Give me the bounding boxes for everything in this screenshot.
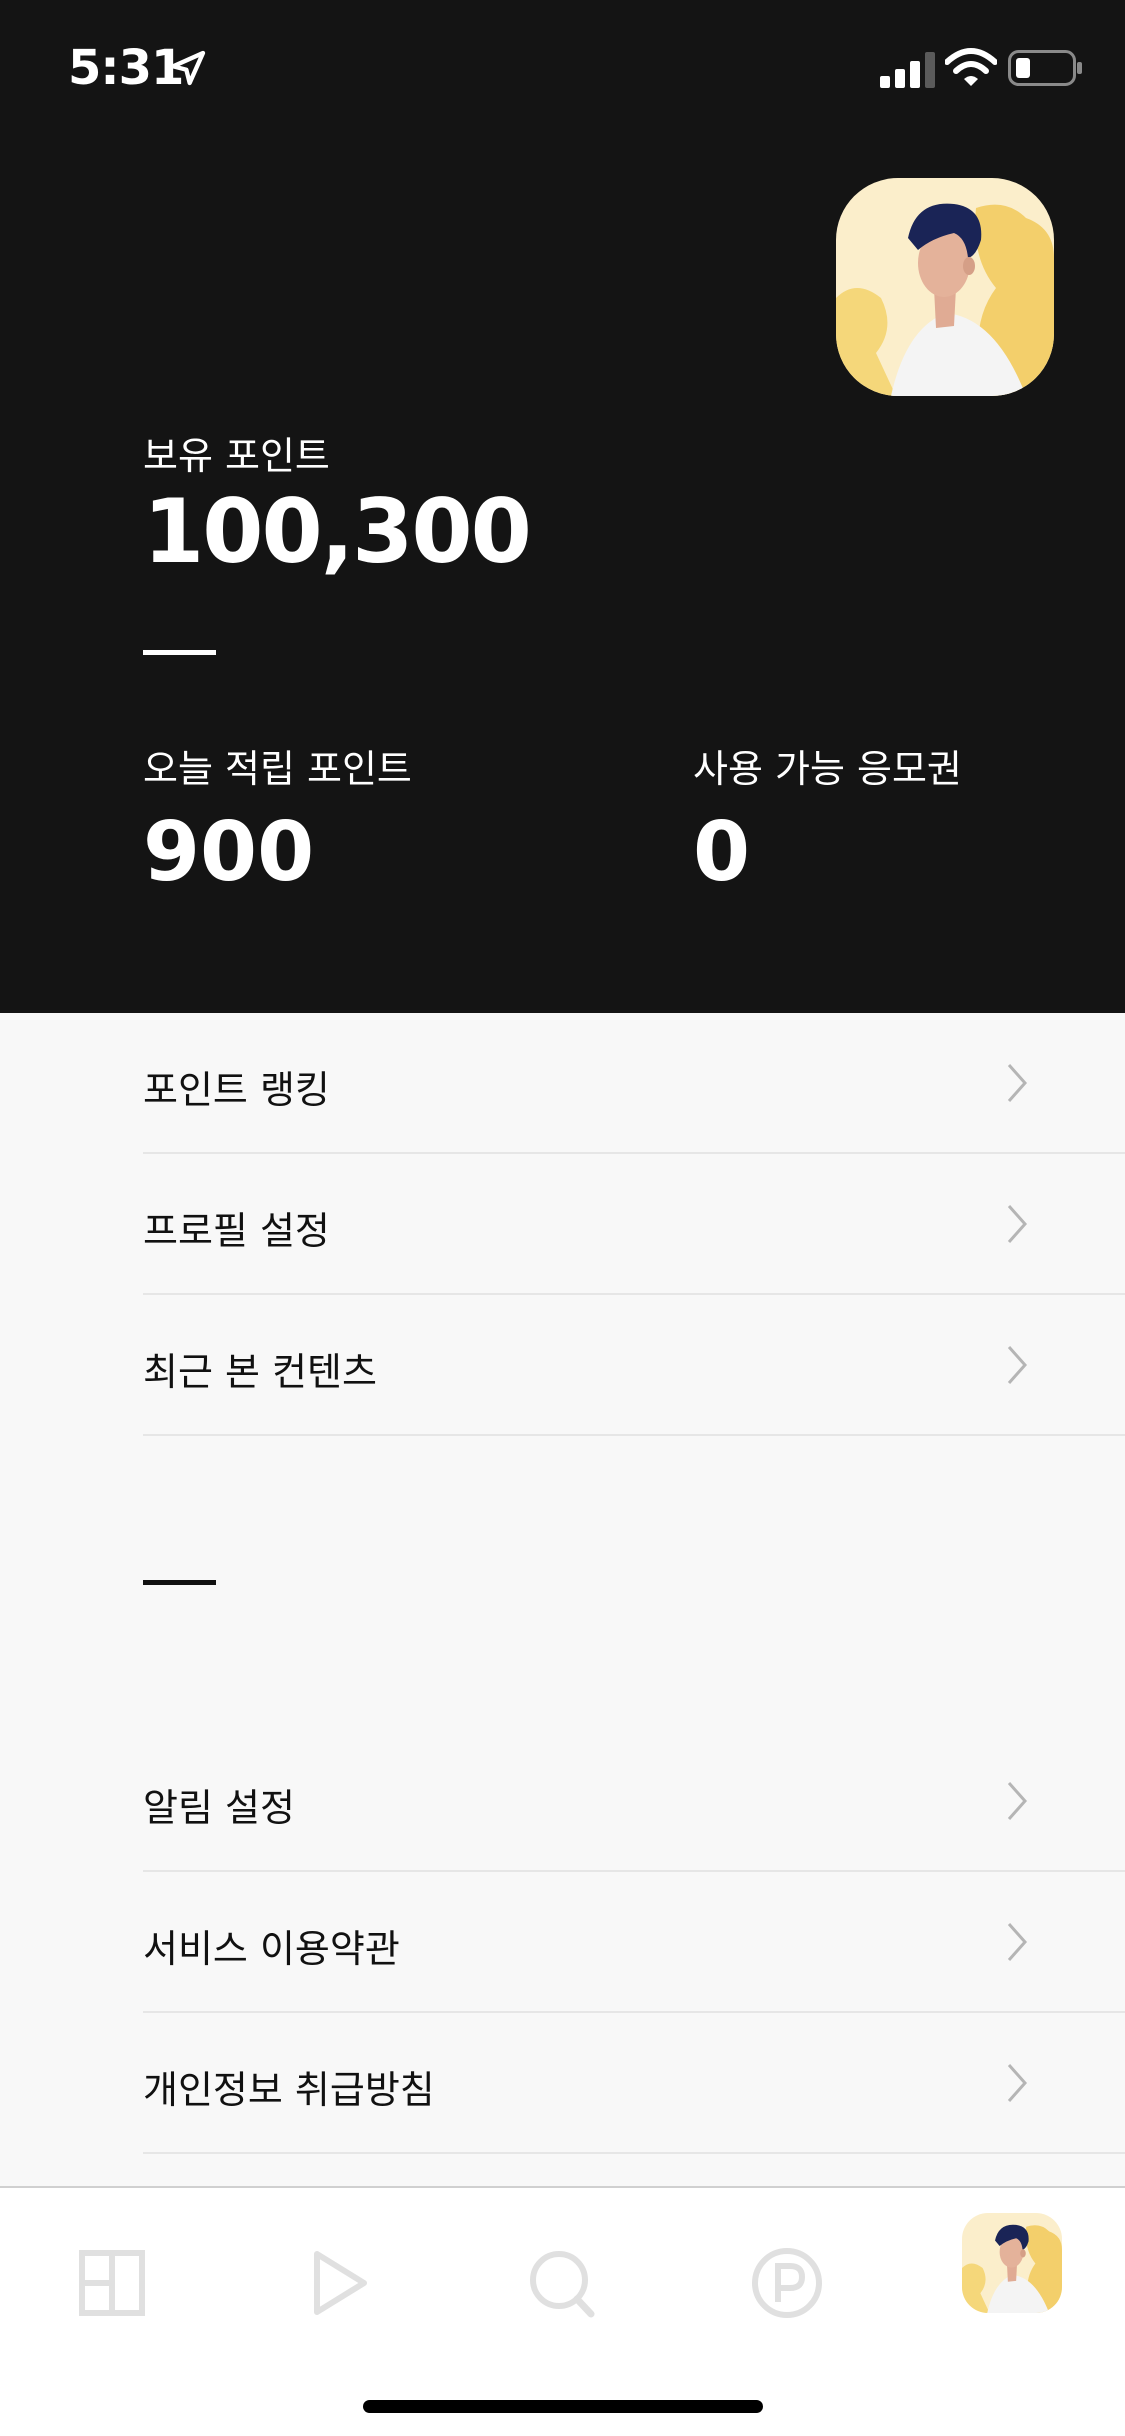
play-icon [314,2251,367,2315]
chevron-right-icon [1007,1782,1028,1820]
avatar-illustration [836,178,1054,396]
tab-search[interactable] [507,2228,617,2338]
profile-avatar[interactable] [836,178,1054,396]
menu-item-terms-of-service[interactable]: 서비스 이용약관 [143,1872,1125,2013]
chevron-right-icon [1007,1923,1028,1961]
available-tickets-label: 사용 가능 응모권 [693,747,962,791]
wifi-icon [945,48,997,86]
menu-label: 최근 본 컨텐츠 [143,1350,377,1394]
menu-label: 프로필 설정 [143,1209,330,1253]
today-points-value: 900 [143,805,315,900]
location-arrow-icon [170,50,206,86]
header-divider [143,650,216,655]
tab-play[interactable] [282,2228,392,2338]
tab-home[interactable] [57,2228,167,2338]
menu-item-point-ranking[interactable]: 포인트 랭킹 [143,1013,1125,1154]
points-p-icon [752,2248,822,2318]
today-points-label: 오늘 적립 포인트 [143,747,412,791]
avatar-illustration [962,2213,1062,2313]
tab-points[interactable] [732,2228,842,2338]
points-header: 5:31 보유 포인트 100,300 오늘 적립 포인트 900 사용 가능 … [0,0,1125,1013]
home-grid-icon [79,2250,145,2316]
status-time: 5:31 [68,40,184,96]
section-divider [143,1580,216,1585]
search-icon [530,2251,595,2318]
menu-label: 알림 설정 [143,1786,295,1830]
status-bar: 5:31 [0,0,1125,140]
chevron-right-icon [1007,1346,1028,1384]
menu-item-recent-contents[interactable]: 최근 본 컨텐츠 [143,1295,1125,1436]
available-tickets-value: 0 [693,805,751,900]
menu-label: 포인트 랭킹 [143,1068,330,1112]
held-points-value: 100,300 [143,480,532,583]
menu-item-notification-settings[interactable]: 알림 설정 [143,1731,1125,1872]
home-indicator[interactable] [363,2400,763,2413]
battery-icon [1008,50,1082,86]
cellular-signal-icon [880,52,935,88]
tab-profile-avatar[interactable] [962,2213,1062,2313]
menu-item-profile-settings[interactable]: 프로필 설정 [143,1154,1125,1295]
chevron-right-icon [1007,1064,1028,1102]
menu-label: 서비스 이용약관 [143,1927,400,1971]
chevron-right-icon [1007,1205,1028,1243]
menu-item-privacy-policy[interactable]: 개인정보 취급방침 [143,2013,1125,2154]
tab-bar [0,2186,1125,2436]
held-points-label: 보유 포인트 [143,434,330,478]
menu-label: 개인정보 취급방침 [143,2068,435,2112]
chevron-right-icon [1007,2064,1028,2102]
